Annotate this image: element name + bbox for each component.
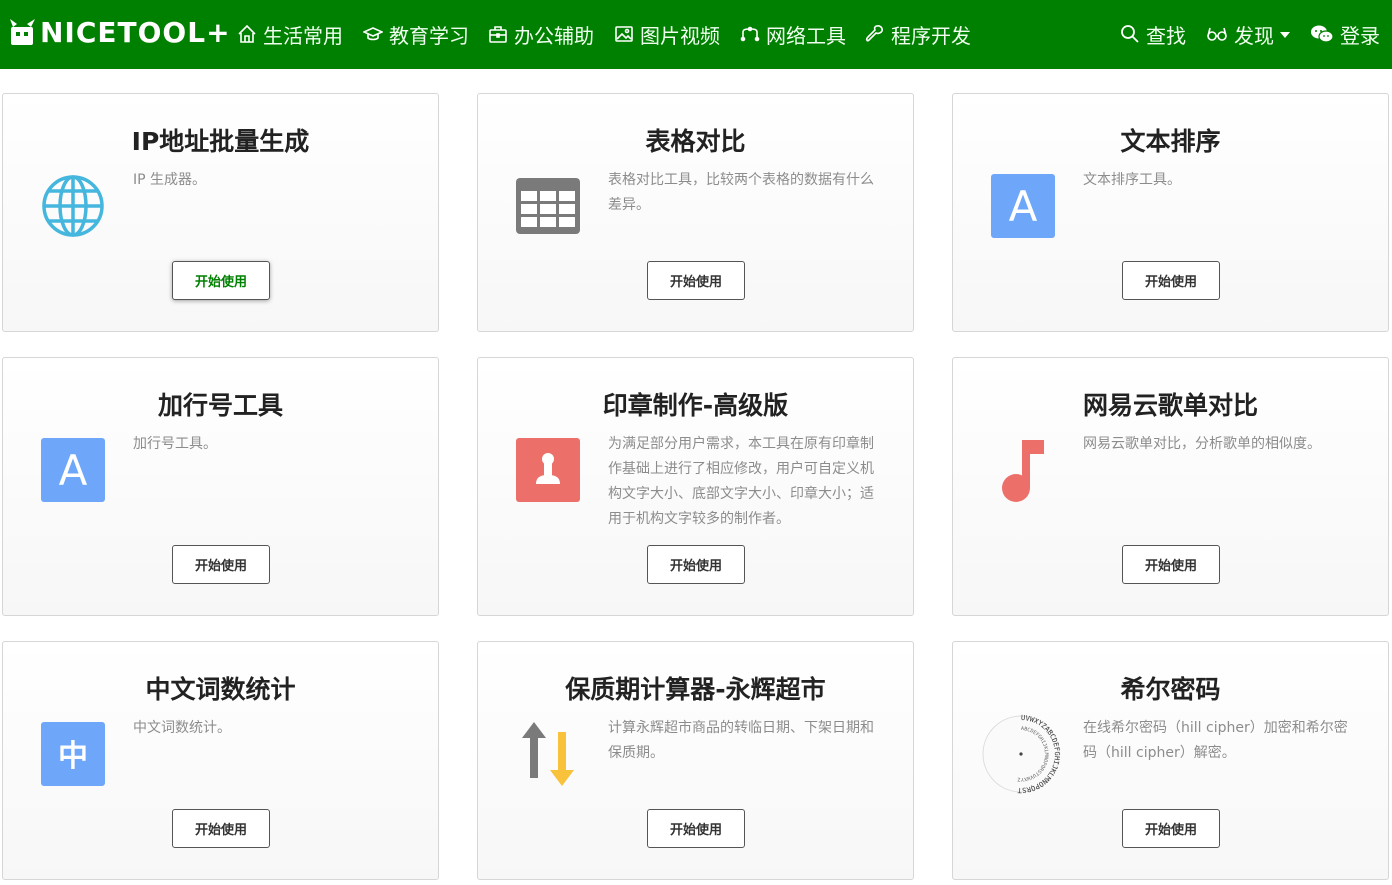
- card-title: 保质期计算器-永辉超市: [565, 675, 826, 704]
- card-description: 计算永辉超市商品的转临日期、下架日期和保质期。: [608, 720, 874, 761]
- card-title: 印章制作-高级版: [602, 391, 789, 420]
- tool-card: 中文词数统计 中 中文词数统计。 开始使用: [2, 641, 439, 880]
- card-title: 希尔密码: [1120, 675, 1221, 704]
- card-description: 加行号工具。: [133, 436, 217, 452]
- tool-card: 保质期计算器-永辉超市 计算永辉超市商品的转临日期、下架日期和保质期。 开始使用: [477, 641, 914, 880]
- image-icon: [615, 26, 633, 42]
- card-title: 加行号工具: [157, 391, 283, 420]
- start-use-button[interactable]: 开始使用: [172, 809, 270, 848]
- tool-card: 加行号工具 A 加行号工具。 开始使用: [2, 357, 439, 616]
- icon-letter: A: [59, 446, 88, 495]
- card-description: 中文词数统计。: [133, 720, 231, 736]
- wrench-icon: [865, 25, 883, 42]
- nav-item-life[interactable]: 生活常用: [237, 19, 343, 49]
- tool-card: 文本排序 A 文本排序工具。 开始使用: [952, 93, 1389, 332]
- login-label: 登录: [1340, 23, 1380, 48]
- nav-item-label: 图片视频: [640, 23, 720, 48]
- brand-name: NICETOOL+: [40, 15, 231, 49]
- icon-char: 中: [58, 739, 88, 774]
- nav-item-dev[interactable]: 程序开发: [865, 19, 971, 49]
- login-button[interactable]: 登录: [1310, 19, 1380, 49]
- letter-a-icon: A: [41, 438, 105, 502]
- table-icon: [516, 178, 580, 234]
- tool-card: 希尔密码 UVWXYZABCDEFGHIJKLMNOPQRST ABCDEFGH…: [952, 641, 1389, 880]
- home-icon: [238, 24, 256, 43]
- card-title: 文本排序: [1120, 127, 1221, 156]
- card-description: 在线希尔密码（hill cipher）加密和希尔密码（hill cipher）解…: [1083, 720, 1348, 761]
- card-description: 网易云歌单对比，分析歌单的相似度。: [1083, 436, 1321, 452]
- search-label: 查找: [1146, 23, 1186, 48]
- brand-logo[interactable]: NICETOOL+: [8, 14, 231, 50]
- card-title: 中文词数统计: [145, 675, 296, 704]
- briefcase-icon: [489, 26, 507, 43]
- nav-item-label: 网络工具: [766, 23, 846, 48]
- card-title: 网易云歌单对比: [1082, 391, 1258, 420]
- nav-item-media[interactable]: 图片视频: [614, 19, 720, 49]
- nav-item-label: 办公辅助: [514, 23, 594, 48]
- top-navbar: NICETOOL+ 生活常用 教育学习 办公辅助 图片视频 网络工具 程序开发 …: [0, 0, 1392, 69]
- nav-item-education[interactable]: 教育学习: [363, 19, 469, 49]
- nav-item-label: 程序开发: [891, 23, 971, 48]
- nav-item-network[interactable]: 网络工具: [740, 19, 846, 49]
- card-description: 为满足部分用户需求，本工具在原有印章制作基础上进行了相应修改，用户可自定义机构文…: [608, 436, 874, 527]
- start-use-button[interactable]: 开始使用: [1122, 261, 1220, 300]
- wechat-icon: [1311, 25, 1334, 43]
- search-icon: [1121, 25, 1139, 43]
- network-icon: [740, 26, 760, 42]
- discover-label: 发现: [1234, 23, 1274, 48]
- graduation-cap-icon: [363, 27, 383, 41]
- start-use-button[interactable]: 开始使用: [1122, 809, 1220, 848]
- search-button[interactable]: 查找: [1120, 19, 1186, 49]
- start-use-button[interactable]: 开始使用: [172, 545, 270, 584]
- card-title: IP地址批量生成: [131, 127, 310, 156]
- tool-card: 表格对比 表格对比工具，比较两个表格的数据有什么差异。 开始使用: [477, 93, 914, 332]
- nav-item-label: 教育学习: [389, 23, 469, 48]
- logo-mark-icon: [10, 19, 35, 45]
- globe-icon: [42, 175, 104, 237]
- discover-dropdown[interactable]: 发现: [1206, 19, 1290, 49]
- card-description: 文本排序工具。: [1083, 172, 1181, 188]
- letter-a-icon: A: [991, 174, 1055, 238]
- chevron-down-icon: [1280, 32, 1290, 38]
- start-use-button[interactable]: 开始使用: [172, 261, 270, 300]
- nav-item-office[interactable]: 办公辅助: [488, 19, 594, 49]
- start-use-button[interactable]: 开始使用: [647, 809, 745, 848]
- start-use-button[interactable]: 开始使用: [1122, 545, 1220, 584]
- start-use-button[interactable]: 开始使用: [647, 261, 745, 300]
- start-use-button[interactable]: 开始使用: [647, 545, 745, 584]
- glasses-icon: [1207, 27, 1227, 41]
- card-description: 表格对比工具，比较两个表格的数据有什么差异。: [608, 172, 874, 213]
- icon-letter: A: [1009, 182, 1038, 231]
- tool-card: 网易云歌单对比 网易云歌单对比，分析歌单的相似度。 开始使用: [952, 357, 1389, 616]
- stamp-icon: [516, 438, 580, 502]
- card-title: 表格对比: [645, 127, 746, 156]
- sort-arrows-icon: [522, 722, 574, 786]
- chinese-char-icon: 中: [41, 722, 105, 786]
- tool-card: IP地址批量生成 IP 生成器。 开始使用: [2, 93, 439, 332]
- music-note-icon: [1002, 440, 1044, 502]
- cipher-wheel-icon: UVWXYZABCDEFGHIJKLMNOPQRST ABCDEFGHIJKLM…: [982, 714, 1061, 794]
- tool-card: 印章制作-高级版 为满足部分用户需求，本工具在原有印章制作基础上进行了相应修改，…: [477, 357, 914, 616]
- nav-item-label: 生活常用: [263, 23, 343, 48]
- card-description: IP 生成器。: [133, 172, 207, 188]
